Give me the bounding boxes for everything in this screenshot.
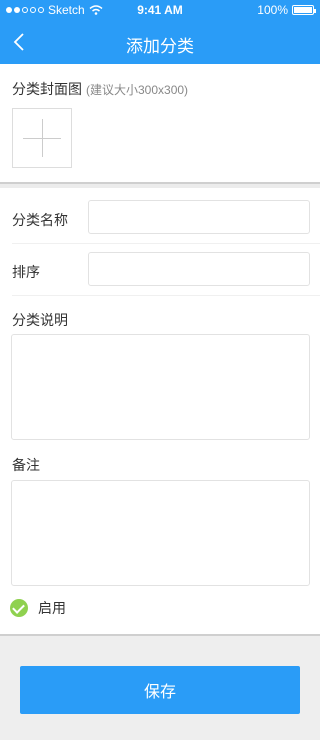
cover-label: 分类封面图 (建议大小300x300) [12, 79, 188, 99]
row-divider [12, 295, 320, 296]
description-label: 分类说明 [12, 312, 68, 328]
footer: 保存 [0, 634, 320, 740]
row-divider [12, 243, 320, 244]
cover-hint: (建议大小300x300) [86, 83, 189, 97]
enable-toggle[interactable]: 启用 [10, 598, 66, 618]
enable-label: 启用 [38, 600, 66, 616]
cover-label-text: 分类封面图 [12, 81, 82, 97]
nav-bar: 添加分类 [0, 20, 320, 64]
save-button[interactable]: 保存 [20, 666, 300, 714]
status-bar: Sketch 9:41 AM 100% [0, 0, 320, 20]
cover-upload-button[interactable] [12, 108, 72, 168]
form-section: 分类名称 排序 分类说明 备注 启用 [0, 188, 320, 634]
page-title: 添加分类 [126, 37, 194, 56]
battery-percent: 100% [257, 3, 288, 17]
name-label: 分类名称 [12, 212, 68, 228]
remark-label: 备注 [12, 457, 40, 473]
check-circle-icon[interactable] [10, 599, 28, 617]
battery-icon [292, 5, 316, 15]
remark-textarea[interactable] [11, 480, 310, 586]
sort-label: 排序 [12, 264, 40, 280]
description-textarea[interactable] [11, 334, 310, 440]
name-input[interactable] [88, 200, 310, 234]
cover-section: 分类封面图 (建议大小300x300) [0, 64, 320, 182]
status-right: 100% [257, 3, 316, 17]
plus-icon-vertical [42, 119, 43, 157]
sort-input[interactable] [88, 252, 310, 286]
